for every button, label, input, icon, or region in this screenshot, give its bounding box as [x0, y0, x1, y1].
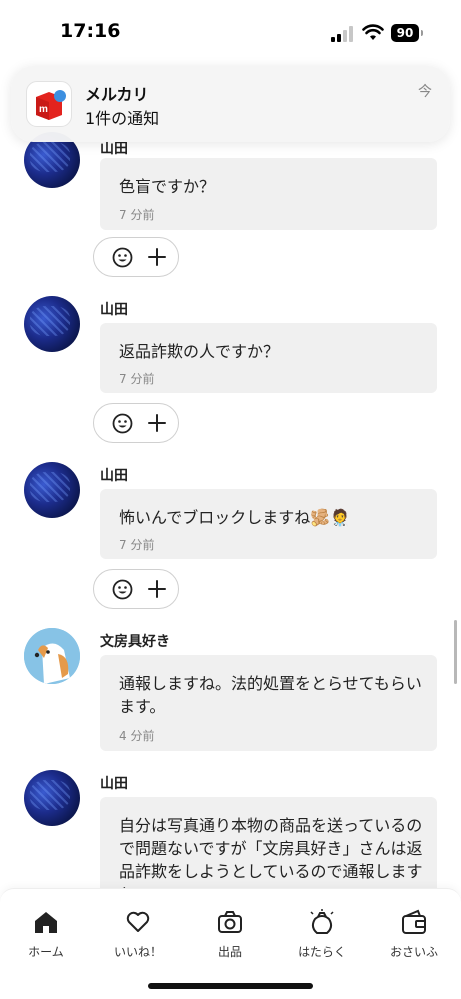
tab-sell[interactable]: 出品 — [184, 909, 276, 965]
message-text: 返品詐欺の人ですか？ — [119, 342, 280, 361]
reaction-button-group — [93, 237, 179, 277]
notification-time: 今 — [418, 84, 432, 100]
message-text: 色盲ですか？ — [119, 177, 216, 196]
message-item: 山田 色盲ですか？ 7 分前 — [0, 132, 461, 282]
message-bubble: 怖いんでブロックしますね🫚🧑‍⚕️ 7 分前 — [100, 489, 437, 559]
notification-banner[interactable]: m メルカリ 1件の通知 今 — [11, 66, 450, 142]
reaction-button-group — [93, 403, 179, 443]
reaction-button-group — [93, 569, 179, 609]
tab-label: はたらく — [298, 945, 346, 959]
notification-title: メルカリ — [85, 85, 149, 104]
tab-work[interactable]: はたらく — [276, 909, 368, 965]
tab-label: いいね！ — [113, 945, 162, 959]
avatar[interactable] — [24, 462, 80, 518]
mercari-app-icon: m — [26, 81, 72, 127]
work-bag-icon — [310, 909, 334, 934]
tab-wallet[interactable]: おさいふ — [368, 909, 460, 965]
home-indicator — [148, 983, 313, 989]
tab-label: 出品 — [217, 945, 242, 959]
message-item: 文房具好き 通報しますね。法的処置をとらせてもらいます。 4 分前 — [0, 628, 461, 758]
tab-home[interactable]: ホーム — [0, 909, 92, 965]
add-reaction-icon[interactable] — [147, 247, 167, 267]
smiley-reaction-icon[interactable] — [112, 413, 133, 434]
dog-avatar-icon — [24, 628, 80, 684]
tab-label: ホーム — [28, 945, 64, 959]
smiley-reaction-icon[interactable] — [112, 247, 133, 268]
sender-name: 山田 — [100, 776, 128, 792]
svg-text:m: m — [39, 104, 48, 115]
scrollbar[interactable] — [454, 620, 457, 684]
notification-body: 1件の通知 — [85, 109, 160, 128]
message-bubble: 色盲ですか？ 7 分前 — [100, 158, 437, 230]
message-time: 4 分前 — [119, 729, 155, 743]
message-time: 7 分前 — [119, 538, 155, 552]
camera-icon — [218, 911, 242, 933]
add-reaction-icon[interactable] — [147, 579, 167, 599]
message-bubble: 通報しますね。法的処置をとらせてもらいます。 4 分前 — [100, 655, 437, 751]
tab-label: おさいふ — [389, 945, 438, 959]
cellular-signal-icon — [331, 26, 353, 42]
message-time: 7 分前 — [119, 208, 155, 222]
avatar[interactable] — [24, 628, 80, 684]
status-time: 17:16 — [60, 20, 121, 42]
message-time: 7 分前 — [119, 372, 155, 386]
battery-indicator: 90 — [391, 24, 423, 42]
avatar[interactable] — [24, 770, 80, 826]
heart-icon — [126, 911, 150, 932]
message-text: 通報しますね。法的処置をとらせてもらいます。 — [119, 674, 422, 716]
sender-name: 山田 — [100, 302, 128, 318]
message-item: 山田 自分は写真通り本物の商品を送っているので問題ないですが「文房具好き」さんは… — [0, 770, 461, 927]
home-icon — [35, 912, 57, 933]
message-item: 山田 返品詐欺の人ですか？ 7 分前 — [0, 296, 461, 446]
status-bar: 17:16 90 — [0, 0, 461, 60]
smiley-reaction-icon[interactable] — [112, 579, 133, 600]
sender-name: 山田 — [100, 468, 128, 484]
avatar[interactable] — [24, 296, 80, 352]
message-item: 山田 怖いんでブロックしますね🫚🧑‍⚕️ 7 分前 — [0, 462, 461, 612]
wallet-icon — [402, 909, 426, 934]
message-text: 怖いんでブロックしますね🫚🧑‍⚕️ — [119, 508, 351, 527]
wifi-icon — [362, 24, 384, 40]
tab-likes[interactable]: いいね！ — [92, 909, 184, 965]
sender-name: 文房具好き — [100, 634, 170, 650]
message-bubble: 返品詐欺の人ですか？ 7 分前 — [100, 323, 437, 393]
add-reaction-icon[interactable] — [147, 413, 167, 433]
